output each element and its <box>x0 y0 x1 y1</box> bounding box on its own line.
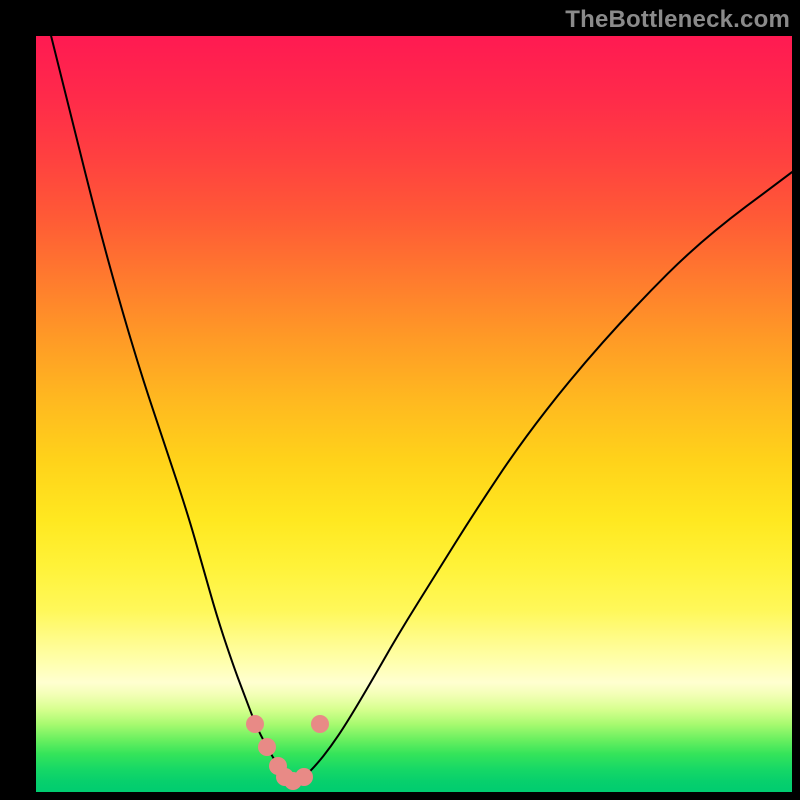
plot-area <box>36 36 792 792</box>
chart-frame: TheBottleneck.com <box>0 0 800 800</box>
gradient-background <box>36 36 792 792</box>
watermark-text: TheBottleneck.com <box>565 6 790 34</box>
